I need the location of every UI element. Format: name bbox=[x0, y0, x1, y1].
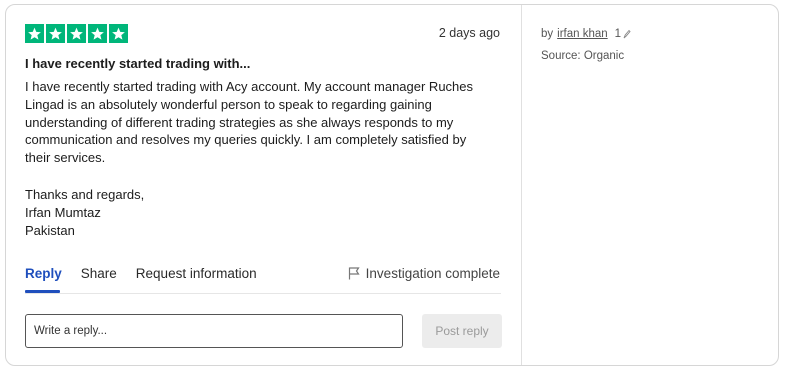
pencil-icon bbox=[623, 29, 631, 38]
review-source: Source: Organic bbox=[541, 49, 625, 62]
star-icon bbox=[88, 24, 107, 43]
review-body: I have recently started trading with Acy… bbox=[25, 79, 474, 166]
review-meta: by irfan khan 1 Source: Organic bbox=[541, 25, 631, 69]
card-divider bbox=[521, 5, 522, 365]
tab-share[interactable]: Share bbox=[81, 266, 117, 281]
signoff-greeting: Thanks and regards, bbox=[25, 187, 145, 202]
review-card: 2 days ago I have recently started tradi… bbox=[5, 4, 779, 366]
post-reply-button[interactable]: Post reply bbox=[422, 314, 502, 348]
star-icon bbox=[25, 24, 44, 43]
review-date: 2 days ago bbox=[438, 26, 500, 40]
author-link[interactable]: irfan khan bbox=[557, 28, 608, 40]
review-signoff: Thanks and regards, Irfan Mumtaz Pakista… bbox=[25, 186, 144, 240]
reply-input[interactable] bbox=[25, 314, 403, 348]
star-icon bbox=[46, 24, 65, 43]
investigation-label: Investigation complete bbox=[365, 266, 500, 281]
star-rating bbox=[25, 24, 128, 43]
signoff-country: Pakistan bbox=[25, 223, 75, 238]
tab-reply[interactable]: Reply bbox=[25, 266, 62, 281]
action-tabs: Reply Share Request information bbox=[25, 266, 276, 281]
review-count: 1 bbox=[614, 27, 622, 40]
investigation-status: Investigation complete bbox=[348, 266, 500, 281]
star-icon bbox=[67, 24, 86, 43]
star-icon bbox=[109, 24, 128, 43]
tabs-divider bbox=[25, 293, 501, 294]
tab-request-information[interactable]: Request information bbox=[136, 266, 257, 281]
flag-icon bbox=[348, 267, 360, 280]
signoff-name: Irfan Mumtaz bbox=[25, 205, 101, 220]
review-title: I have recently started trading with... bbox=[25, 56, 251, 71]
by-label: by bbox=[541, 27, 554, 40]
